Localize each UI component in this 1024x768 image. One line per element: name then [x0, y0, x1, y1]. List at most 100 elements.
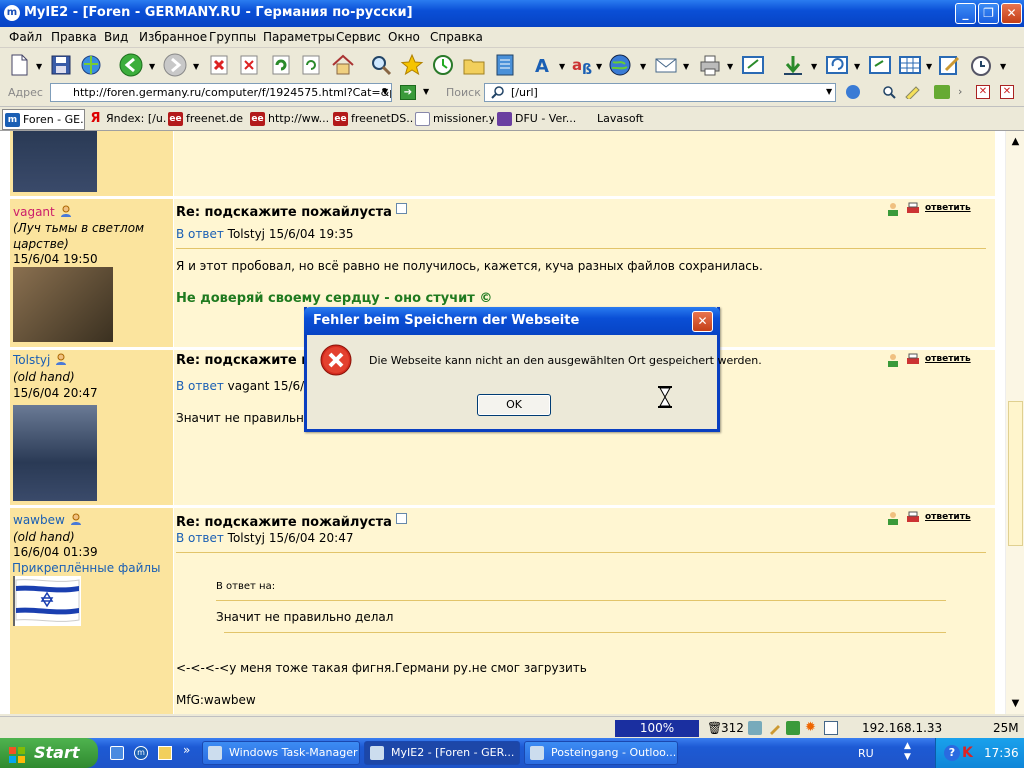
reply-button[interactable]: ответить — [925, 203, 971, 213]
clear-search-icon[interactable]: ✕ — [976, 85, 990, 99]
close-button[interactable]: ✕ — [1001, 3, 1022, 24]
post-subject[interactable]: Re: подскажите пожайлуста — [176, 203, 407, 220]
israel-flag-icon[interactable] — [13, 576, 81, 626]
encoding-icon[interactable]: aß — [570, 52, 596, 78]
tab-freenet-2[interactable]: ee http://ww... — [248, 109, 330, 130]
download-icon[interactable] — [780, 52, 806, 78]
menu-options[interactable]: Параметры — [263, 30, 335, 44]
save-icon[interactable] — [48, 52, 74, 78]
kaspersky-icon[interactable]: K — [962, 745, 976, 761]
avatar[interactable] — [13, 267, 113, 342]
mail-icon[interactable] — [653, 52, 679, 78]
history-icon[interactable] — [430, 52, 456, 78]
minimize-button[interactable]: _ — [955, 3, 976, 24]
fullscreen-icon[interactable] — [740, 52, 766, 78]
go-icon[interactable]: ➔ — [400, 85, 416, 100]
menu-window[interactable]: Окно — [388, 30, 420, 44]
username[interactable]: wawbew — [13, 513, 83, 527]
folder-icon[interactable] — [461, 52, 487, 78]
start-button[interactable]: Start — [0, 738, 98, 768]
post-subject[interactable]: Re: подскажите по — [176, 353, 319, 368]
user-profile-icon[interactable] — [885, 201, 901, 217]
reply-button[interactable]: ответить — [925, 354, 971, 364]
post-checkbox-icon[interactable] — [395, 513, 407, 524]
quicklaunch-explorer-icon[interactable] — [110, 746, 124, 760]
window-layout-icon[interactable] — [867, 52, 893, 78]
scroll-up-icon[interactable]: ▲ — [1007, 133, 1024, 150]
home-icon[interactable] — [330, 52, 356, 78]
internet-icon[interactable] — [607, 52, 633, 78]
attachments-link[interactable]: Прикреплённые файлы — [12, 561, 161, 575]
address-input[interactable]: http://foren.germany.ru/computer/f/19245… — [50, 83, 392, 102]
print-icon[interactable] — [697, 52, 723, 78]
new-page-icon[interactable] — [6, 52, 32, 78]
tray-arrows-icon[interactable]: ▲ ▼ — [904, 741, 916, 763]
avatar[interactable] — [13, 131, 97, 192]
edit-page-icon[interactable] — [936, 52, 962, 78]
taskbar-task-manager[interactable]: Windows Task-Manager — [202, 741, 360, 765]
refresh-all-icon[interactable] — [298, 52, 324, 78]
trash-icon[interactable]: 🗑 — [707, 721, 722, 735]
stop-all-icon[interactable] — [236, 52, 262, 78]
taskbar-outlook[interactable]: Posteingang - Outloo... — [524, 741, 678, 765]
user-profile-icon[interactable] — [885, 510, 901, 526]
reply-link[interactable]: В ответ — [176, 227, 224, 241]
print-post-icon[interactable] — [905, 352, 921, 368]
post-checkbox-icon[interactable] — [395, 203, 407, 214]
save-web-icon[interactable] — [78, 52, 104, 78]
settings-gear-icon[interactable]: ✹ — [805, 721, 819, 735]
download-dropdown-icon[interactable]: ▼ — [811, 62, 819, 71]
ok-button[interactable]: OK — [477, 394, 551, 416]
notes-icon[interactable] — [492, 52, 518, 78]
print-dropdown-icon[interactable]: ▼ — [727, 62, 735, 71]
tab-yandex[interactable]: Я Яndex: [/u... — [86, 109, 166, 130]
menu-favorites[interactable]: Избранное — [139, 30, 207, 44]
menu-help[interactable]: Справка — [430, 30, 483, 44]
highlight-search-icon[interactable] — [882, 85, 896, 99]
reply-link[interactable]: В ответ — [176, 531, 224, 545]
tab-freenet-3[interactable]: ee freenetDS... — [331, 109, 413, 130]
back-icon[interactable] — [118, 52, 144, 78]
dialog-close-button[interactable]: ✕ — [692, 311, 713, 332]
cleaner-icon[interactable] — [768, 721, 782, 735]
download-status-icon[interactable] — [786, 721, 800, 735]
scroll-thumb[interactable] — [1008, 401, 1023, 546]
refresh-icon[interactable] — [268, 52, 294, 78]
mail-dropdown-icon[interactable]: ▼ — [683, 62, 691, 71]
address-dropdown-icon[interactable]: ▼ — [382, 87, 388, 96]
username[interactable]: Tolstyj — [13, 353, 68, 367]
tile-icon[interactable] — [897, 52, 923, 78]
restore-button[interactable]: ❐ — [978, 3, 999, 24]
plugin-icon[interactable] — [934, 85, 950, 99]
text-size-icon[interactable]: A — [531, 52, 557, 78]
window-titlebar[interactable]: m MyIE2 - [Foren - GERMANY.RU - Германия… — [0, 0, 1024, 27]
forward-icon[interactable] — [162, 52, 188, 78]
stop-icon[interactable] — [206, 52, 232, 78]
scroll-down-icon[interactable]: ▼ — [1007, 695, 1024, 712]
vertical-scrollbar[interactable]: ▲ ▼ — [1005, 131, 1024, 714]
language-indicator[interactable]: RU — [858, 747, 874, 760]
text-size-dropdown-icon[interactable]: ▼ — [559, 62, 567, 71]
search-dropdown-icon[interactable]: ▼ — [826, 87, 832, 96]
tab-freenet-1[interactable]: ee freenet.de ... — [166, 109, 247, 130]
menu-edit[interactable]: Правка — [51, 30, 97, 44]
menu-groups[interactable]: Группы — [209, 30, 256, 44]
quicklaunch-outlook-icon[interactable] — [158, 746, 172, 760]
user-profile-icon[interactable] — [885, 352, 901, 368]
search-engine-icon[interactable] — [846, 85, 860, 99]
more-arrow-icon[interactable]: › — [958, 85, 962, 98]
forward-dropdown-icon[interactable]: ▼ — [193, 62, 201, 71]
post-subject[interactable]: Re: подскажите пожайлуста — [176, 513, 407, 530]
menu-file[interactable]: Файл — [9, 30, 42, 44]
undo-close-dropdown-icon[interactable]: ▼ — [854, 62, 862, 71]
go-dropdown-icon[interactable]: ▼ — [423, 87, 429, 96]
popup-blocker-icon[interactable] — [748, 721, 762, 735]
reply-link[interactable]: В ответ — [176, 379, 224, 393]
tab-lavasoft[interactable]: Lavasoft — [577, 109, 657, 130]
search-input[interactable]: [/url] — [484, 83, 836, 102]
clock[interactable]: 17:36 — [984, 746, 1019, 760]
clock-dropdown-icon[interactable]: ▼ — [1000, 62, 1008, 71]
search-icon[interactable] — [368, 52, 394, 78]
tab-dfu[interactable]: DFU - Ver... — [495, 109, 576, 130]
close-searchbar-icon[interactable]: ✕ — [1000, 85, 1014, 99]
